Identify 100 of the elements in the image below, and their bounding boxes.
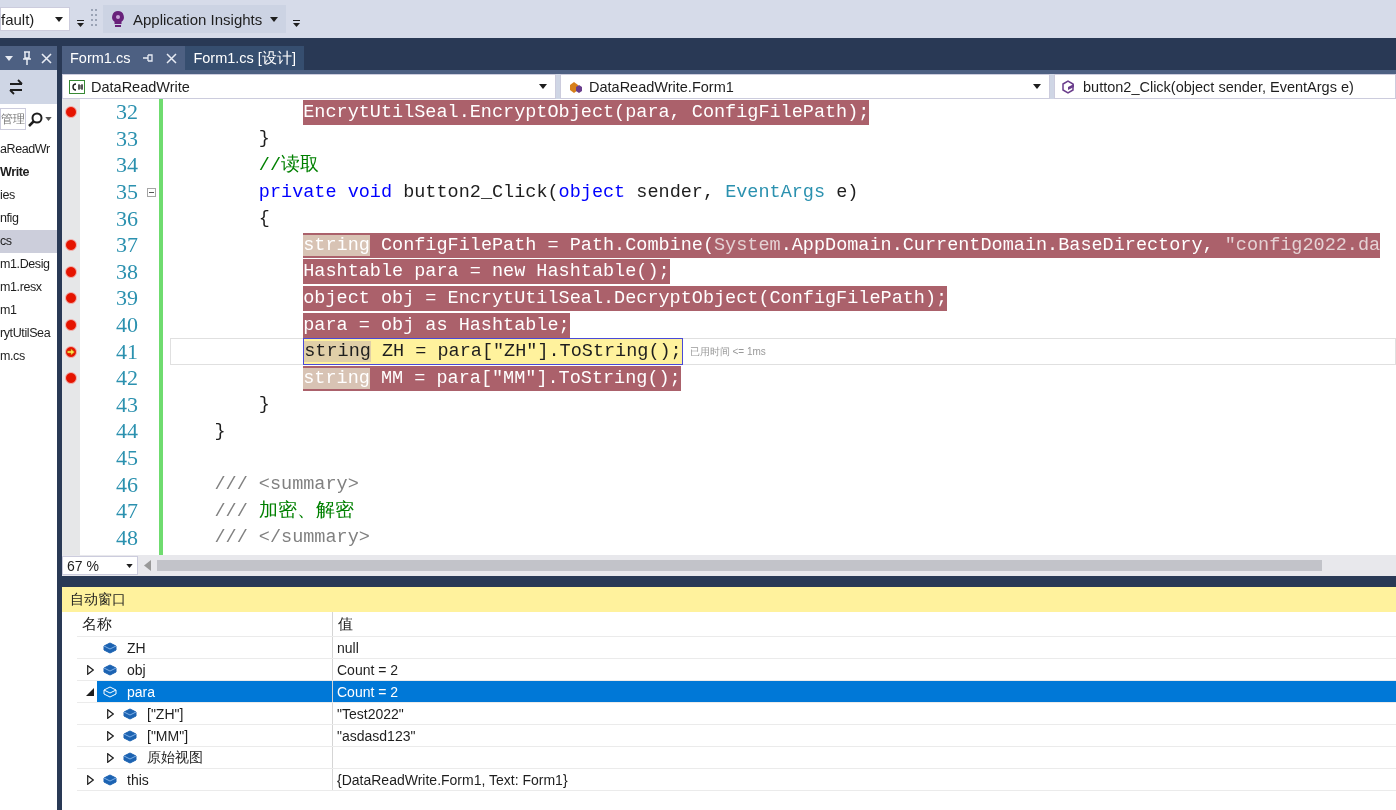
line-number: 35	[115, 178, 138, 206]
search-icon	[28, 111, 43, 127]
variable-icon	[103, 773, 117, 786]
configuration-dropdown[interactable]: fault)	[0, 7, 70, 31]
variable-icon	[123, 707, 137, 720]
document-tab[interactable]: Form1.cs	[62, 46, 186, 70]
code-line: }	[258, 393, 270, 418]
current-statement-icon[interactable]	[65, 345, 77, 358]
variable-icon	[103, 685, 117, 698]
csharp-icon	[69, 79, 85, 94]
tree-item[interactable]: nfig	[0, 207, 57, 230]
variable-icon	[123, 729, 137, 742]
line-number: 42	[115, 364, 138, 392]
breakpoint-icon[interactable]	[65, 372, 77, 385]
caret-icon	[126, 563, 133, 568]
close-icon[interactable]	[41, 52, 53, 64]
line-number: 33	[115, 125, 138, 153]
tree-item[interactable]: ies	[0, 184, 57, 207]
line-number: 40	[115, 311, 138, 339]
variable-name[interactable]: 原始视图	[117, 747, 332, 768]
collapse-icon[interactable]	[146, 187, 156, 197]
line-number: 39	[115, 285, 138, 312]
variable-icon	[103, 663, 117, 676]
line-number: 47	[115, 497, 138, 525]
tree-item[interactable]: m1.Desig	[0, 253, 57, 276]
tree-item[interactable]: cs	[0, 230, 57, 253]
code-line: /// <summary>	[214, 473, 359, 498]
breakpoint-margin[interactable]	[62, 99, 80, 555]
expanded-triangle-icon[interactable]	[86, 687, 94, 696]
line-number: 48	[115, 524, 138, 552]
line-number: 45	[115, 444, 138, 472]
caret-icon	[1033, 84, 1041, 89]
code-line: private void button2_Click(object sender, EventArgs e)	[258, 180, 859, 205]
tree-item[interactable]: m.cs	[0, 345, 57, 368]
code-line: }	[258, 127, 270, 152]
search-field[interactable]: 管理	[0, 108, 26, 130]
tree-item[interactable]: Write	[0, 161, 57, 184]
collapsed-triangle-icon[interactable]	[106, 752, 114, 763]
line-number: 38	[115, 258, 138, 286]
variable-name[interactable]: ["MM"]	[117, 725, 332, 746]
variable-name[interactable]: obj	[97, 659, 332, 680]
document-tab[interactable]: Form1.cs [设计]	[185, 46, 304, 70]
project-dropdown[interactable]: DataReadWrite	[62, 74, 556, 99]
variable-value: Count = 2	[337, 661, 399, 678]
code-line: //读取	[258, 153, 320, 178]
tree-item[interactable]: rytUtilSea	[0, 322, 57, 345]
variable-name[interactable]: para	[97, 681, 332, 702]
collapsed-triangle-icon[interactable]	[106, 708, 114, 719]
pin-icon[interactable]	[142, 53, 155, 63]
close-icon[interactable]	[166, 52, 178, 64]
code-line: }	[214, 419, 226, 444]
breakpoint-icon[interactable]	[65, 292, 77, 305]
line-number: 44	[115, 418, 138, 445]
breakpoint-icon[interactable]	[65, 106, 77, 119]
tree-item[interactable]: m1.resx	[0, 276, 57, 299]
class-dropdown[interactable]: DataReadWrite.Form1	[560, 74, 1050, 99]
breakpoint-icon[interactable]	[65, 265, 77, 278]
variable-value: null	[337, 639, 359, 656]
variable-value: {DataReadWrite.Form1, Text: Form1}	[337, 771, 568, 788]
overflow-icon[interactable]	[292, 18, 302, 28]
method-icon	[1061, 79, 1077, 94]
caret-icon	[45, 117, 52, 121]
code-line: /// 加密、解密	[214, 499, 354, 524]
breakpoint-icon[interactable]	[65, 239, 77, 252]
application-insights-button[interactable]: Application Insights	[103, 5, 287, 33]
variable-icon	[123, 751, 137, 764]
variable-name[interactable]: this	[97, 769, 332, 790]
variable-value: "Test2022"	[337, 705, 404, 722]
lightbulb-icon	[111, 10, 125, 28]
collapsed-triangle-icon[interactable]	[106, 730, 114, 741]
member-dropdown[interactable]: button2_Click(object sender, EventArgs e)	[1054, 74, 1396, 99]
overflow-icon[interactable]	[76, 18, 85, 28]
horizontal-scrollbar[interactable]	[157, 560, 1322, 571]
column-header[interactable]: 名称	[77, 612, 333, 636]
line-number: 37	[115, 231, 138, 259]
line-number: 32	[115, 99, 138, 126]
pin-icon[interactable]	[22, 51, 32, 65]
column-header[interactable]: 值	[333, 612, 1396, 636]
variable-value: Count = 2	[337, 683, 399, 700]
tree-item[interactable]: aReadWr	[0, 138, 57, 161]
code-line: /// </summary>	[214, 526, 370, 551]
collapsed-triangle-icon[interactable]	[86, 664, 94, 675]
code-line: {	[258, 207, 270, 232]
class-icon	[567, 79, 583, 94]
variable-name[interactable]: ["ZH"]	[117, 703, 332, 724]
breakpoint-icon[interactable]	[65, 319, 77, 332]
variable-icon	[103, 641, 117, 654]
sync-icon[interactable]	[8, 79, 24, 95]
collapsed-triangle-icon[interactable]	[86, 774, 94, 785]
zoom-dropdown[interactable]: 67 %	[62, 556, 138, 575]
variable-value: "asdasd123"	[337, 727, 416, 744]
line-number: 43	[115, 391, 138, 419]
variable-name[interactable]: ZH	[97, 637, 332, 658]
perf-tip: 已用时间 <= 1ms	[689, 344, 766, 359]
caret-icon	[55, 16, 63, 22]
tree-item[interactable]: m1	[0, 299, 57, 322]
line-number: 36	[115, 205, 138, 232]
caret-icon[interactable]	[4, 55, 13, 61]
line-number: 46	[115, 471, 138, 498]
line-number: 34	[115, 152, 138, 179]
